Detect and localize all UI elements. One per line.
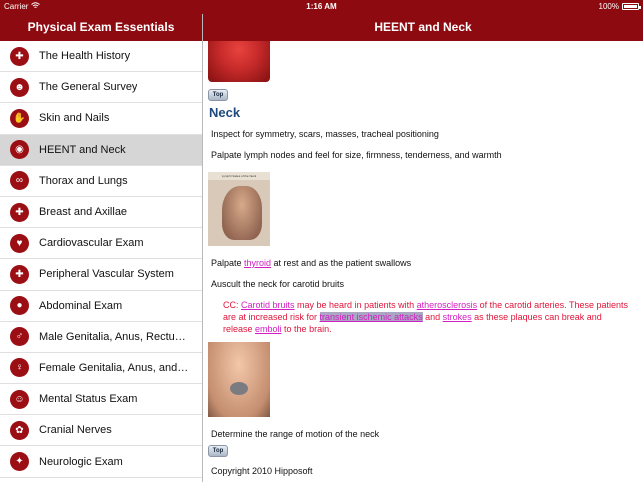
- sidebar-item-label: Peripheral Vascular System: [39, 268, 174, 281]
- vessel-icon: ✚: [10, 264, 29, 284]
- tongue-image: [208, 41, 270, 82]
- brain-icon: ✿: [10, 420, 29, 440]
- sidebar-item[interactable]: ✿ Cranial Nerves: [0, 415, 202, 447]
- sidebar-item-label: The General Survey: [39, 81, 138, 94]
- sidebar-item-label: HEENT and Neck: [39, 143, 126, 156]
- cc-text-5: to the brain.: [281, 324, 332, 334]
- sidebar-item[interactable]: ✚ Peripheral Vascular System: [0, 259, 202, 291]
- sidebar-item-label: Thorax and Lungs: [39, 174, 128, 187]
- palpate-prefix: Palpate: [211, 258, 245, 268]
- stethoscope-icon: ∞: [10, 171, 29, 191]
- sidebar-item[interactable]: ✚ Breast and Axillae: [0, 197, 202, 229]
- cc-text-1: may be heard in patients with: [294, 300, 417, 310]
- sidebar: ✚ The Health History ☻ The General Survey ✋ S…: [0, 41, 202, 482]
- stethoscope-figure: [230, 382, 248, 395]
- battery-icon: [622, 3, 641, 10]
- neuro-icon: ✦: [10, 452, 29, 472]
- battery-percent: 100%: [598, 2, 619, 11]
- palpate-suffix: at rest and as the patient swallows: [271, 258, 412, 268]
- sidebar-item-label: Mental Status Exam: [39, 393, 138, 406]
- palpate-thyroid-text: Palpate thyroid at rest and as the patie…: [211, 258, 411, 268]
- detail-content: Top Neck Inspect for symmetry, scars, ma…: [203, 41, 643, 482]
- auscult-text: Auscult the neck for carotid bruits: [211, 279, 345, 289]
- sidebar-item[interactable]: ♥ Cardiovascular Exam: [0, 228, 202, 260]
- sidebar-item[interactable]: ● Abdominal Exam: [0, 291, 202, 322]
- carotid-bruits-link[interactable]: Carotid bruits: [241, 300, 295, 310]
- carotid-auscultation-image[interactable]: [208, 342, 270, 417]
- sidebar-item-label: Breast and Axillae: [39, 206, 128, 219]
- sidebar-item-label: Female Genitalia, Anus, and…: [39, 361, 189, 374]
- sidebar-item-label: Neurologic Exam: [39, 455, 123, 468]
- tia-link[interactable]: transient ischemic attacks: [319, 312, 423, 322]
- detail-title: HEENT and Neck: [374, 20, 472, 34]
- sidebar-item[interactable]: ∞ Thorax and Lungs: [0, 166, 202, 197]
- sidebar-item[interactable]: ✦ Neurologic Exam: [0, 446, 202, 478]
- sidebar-item-label: Abdominal Exam: [39, 299, 123, 312]
- palpate-lymph-text: Palpate lymph nodes and feel for size, f…: [211, 150, 502, 160]
- female-icon: ♀: [10, 358, 29, 378]
- person-icon: ☻: [10, 77, 29, 97]
- head-icon: ☺: [10, 389, 29, 409]
- top-button-bottom[interactable]: Top: [208, 445, 228, 457]
- sidebar-item-label: Skin and Nails: [39, 112, 110, 125]
- clinical-correlation: CC: Carotid bruits may be heard in patie…: [223, 299, 633, 335]
- copyright-text: Copyright 2010 Hipposoft: [211, 466, 313, 476]
- sidebar-item-label: Male Genitalia, Anus, Rectu…: [39, 330, 186, 343]
- sidebar-item-label: The Health History: [39, 50, 131, 63]
- atherosclerosis-link[interactable]: atherosclerosis: [417, 300, 478, 310]
- status-time: 1:16 AM: [306, 2, 337, 11]
- section-title: Neck: [209, 105, 241, 120]
- lymph-image-caption: Lymph Nodes of the Neck: [208, 172, 270, 180]
- top-button[interactable]: Top: [208, 89, 228, 101]
- sidebar-item[interactable]: ✋ Skin and Nails: [0, 103, 202, 135]
- face-figure: [222, 186, 262, 240]
- breast-icon: ✚: [10, 202, 29, 222]
- sidebar-item[interactable]: ♀ Female Genitalia, Anus, and…: [0, 353, 202, 385]
- range-of-motion-text: Determine the range of motion of the nec…: [211, 429, 380, 439]
- sidebar-item[interactable]: ☺ Mental Status Exam: [0, 384, 202, 416]
- sidebar-item[interactable]: ◉ HEENT and Neck: [0, 134, 202, 166]
- master-title: Physical Exam Essentials: [27, 20, 175, 34]
- thyroid-link[interactable]: thyroid: [244, 258, 271, 268]
- status-bar: Carrier 1:16 AM 100%: [0, 0, 643, 14]
- lymph-nodes-image[interactable]: Lymph Nodes of the Neck: [208, 172, 270, 246]
- sidebar-item-label: Cranial Nerves: [39, 424, 112, 437]
- status-right: 100%: [598, 2, 641, 11]
- heart-icon: ♥: [10, 233, 29, 253]
- emboli-link[interactable]: emboli: [255, 324, 282, 334]
- sidebar-item[interactable]: ✚ The Health History: [0, 41, 202, 73]
- navigation-bar: Physical Exam Essentials HEENT and Neck: [0, 14, 643, 41]
- eye-icon: ◉: [10, 140, 29, 160]
- sidebar-item[interactable]: ☻ The General Survey: [0, 72, 202, 104]
- history-icon: ✚: [10, 46, 29, 66]
- male-icon: ♂: [10, 327, 29, 347]
- cc-text-3: and: [422, 312, 443, 322]
- hand-icon: ✋: [10, 108, 29, 128]
- cc-prefix: CC:: [223, 300, 241, 310]
- strokes-link[interactable]: strokes: [443, 312, 472, 322]
- abdomen-icon: ●: [10, 296, 29, 316]
- sidebar-item-label: Cardiovascular Exam: [39, 237, 144, 250]
- inspect-text: Inspect for symmetry, scars, masses, tra…: [211, 129, 439, 139]
- sidebar-item[interactable]: ♂ Male Genitalia, Anus, Rectu…: [0, 322, 202, 353]
